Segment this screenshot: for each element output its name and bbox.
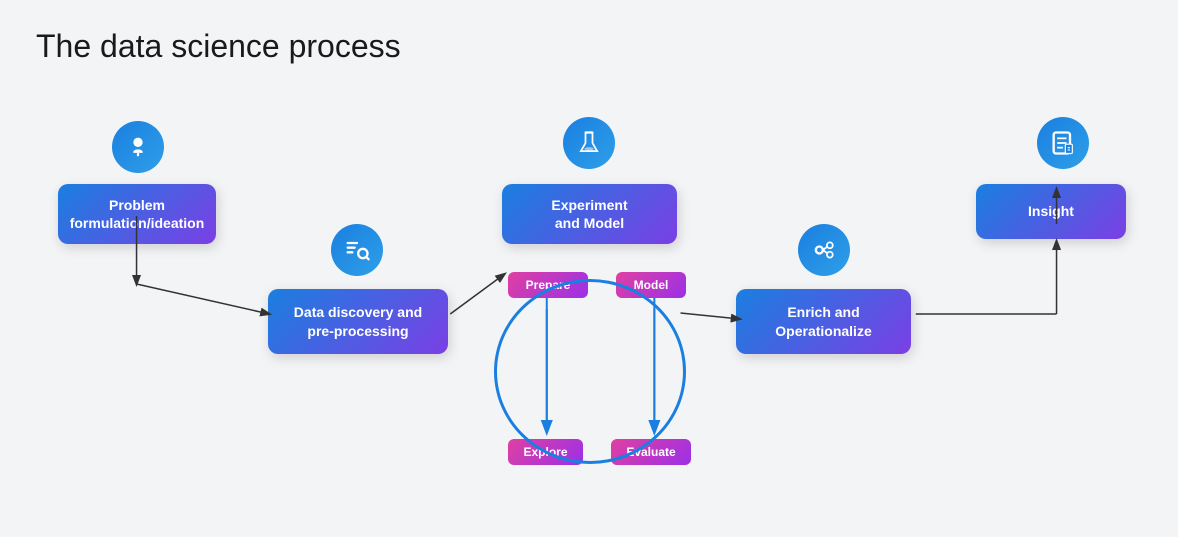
data-box: Data discovery and pre-processing — [268, 289, 448, 354]
enrich-box: Enrich and Operationalize — [736, 289, 911, 354]
loop-oval — [494, 279, 686, 464]
experiment-icon — [563, 117, 615, 169]
data-label: Data discovery and pre-processing — [294, 303, 422, 339]
insight-icon — [1037, 117, 1089, 169]
problem-box: Problem formulation/ideation — [58, 184, 216, 244]
enrich-label: Enrich and Operationalize — [775, 303, 871, 339]
page-title: The data science process — [36, 28, 1142, 65]
insight-box: Insight — [976, 184, 1126, 239]
problem-icon — [112, 121, 164, 173]
insight-label: Insight — [1028, 202, 1074, 220]
enrich-icon — [798, 224, 850, 276]
problem-label: Problem formulation/ideation — [70, 196, 205, 232]
data-icon — [331, 224, 383, 276]
page: The data science process — [0, 0, 1178, 537]
experiment-box: Experiment and Model — [502, 184, 677, 244]
diagram-area: Problem formulation/ideation Data discov… — [36, 89, 1142, 509]
experiment-label: Experiment and Model — [551, 196, 627, 232]
